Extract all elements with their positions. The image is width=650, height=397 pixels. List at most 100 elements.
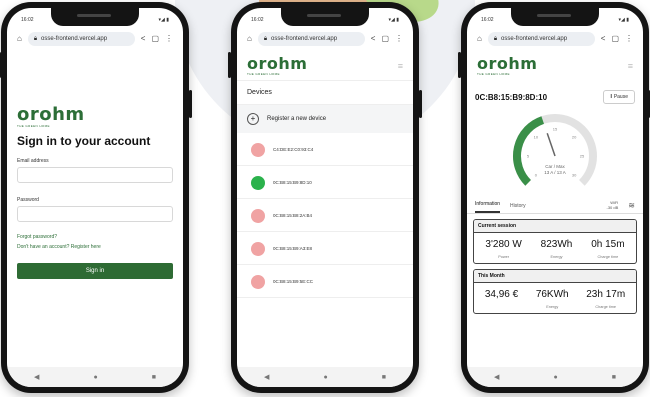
tab-bar: Information History WiFi -30 dB ≋ — [467, 194, 643, 214]
tab-information[interactable]: Information — [475, 201, 501, 213]
android-nav-bar: ◀ ● ■ — [237, 367, 413, 387]
power-button — [419, 90, 422, 118]
share-icon[interactable]: < — [371, 35, 376, 43]
device-row[interactable]: 0C:B8:15:B9:8D:10 — [237, 166, 413, 199]
menu-icon[interactable]: ⋮ — [625, 35, 633, 43]
forgot-password-link[interactable]: Forgot password? — [17, 234, 173, 240]
email-field[interactable] — [17, 167, 173, 183]
charge-time-value: 0h 15m — [591, 239, 625, 250]
home-nav-icon[interactable]: ● — [93, 374, 97, 381]
device-row[interactable]: C4:DE:E2:C0:93:C4 — [237, 133, 413, 166]
password-label: Password — [17, 197, 39, 203]
device-row[interactable]: 0C:B8:15:B8:2A:B4 — [237, 199, 413, 232]
device-list: C4:DE:E2:C0:93:C4 0C:B8:15:B9:8D:10 0C:B8:… — [237, 133, 413, 298]
gauge-value: 13 A / 13 A — [544, 170, 566, 175]
status-dot-icon — [251, 241, 265, 256]
app-header: orohm THE GREEN HOME ≡ — [237, 50, 413, 81]
back-icon[interactable]: ◀ — [34, 373, 39, 381]
url-field[interactable]: 🔒︎ osse-frontend.vercel.app — [257, 32, 365, 46]
home-icon[interactable]: ⌂ — [477, 35, 482, 43]
status-dot-icon — [251, 142, 265, 157]
status-dot-icon — [251, 208, 265, 223]
brand-tagline: THE GREEN HOME — [17, 124, 50, 128]
share-icon[interactable]: < — [601, 35, 606, 43]
device-mac: 0C:B8:15:B9:A3:E8 — [273, 246, 313, 251]
screen: 16:02 ▾◢ ▮ ⌂ 🔒︎ osse-frontend.vercel.app… — [237, 8, 413, 387]
register-device-button[interactable]: + Register a new device — [237, 105, 413, 133]
brand-logo: orohm — [477, 54, 538, 73]
brand-logo: orohm — [247, 54, 308, 73]
register-device-label: Register a new device — [267, 116, 327, 122]
device-mac-title: 0C:B8:15:B9:8D:10 — [475, 92, 548, 102]
back-icon[interactable]: ◀ — [494, 373, 499, 381]
url-text: osse-frontend.vercel.app — [501, 36, 568, 42]
energy-value: 823Wh — [540, 239, 573, 250]
tabs-icon[interactable]: ▢ — [611, 35, 619, 43]
home-icon[interactable]: ⌂ — [17, 35, 22, 43]
recent-apps-icon[interactable]: ■ — [612, 374, 616, 381]
screen: 16:02 ▾◢ ▮ ⌂ 🔒︎ osse-frontend.vercel.app… — [467, 8, 643, 387]
camera-notch — [511, 8, 599, 26]
password-field[interactable] — [17, 206, 173, 222]
hamburger-menu-icon[interactable]: ≡ — [628, 61, 633, 71]
url-text: osse-frontend.vercel.app — [271, 36, 338, 42]
home-nav-icon[interactable]: ● — [323, 374, 327, 381]
month-charge-time-value: 23h 17m — [586, 289, 626, 300]
phone-devices: 16:02 ▾◢ ▮ ⌂ 🔒︎ osse-frontend.vercel.app… — [228, 2, 422, 393]
device-row[interactable]: 0C:B8:15:B9:5E:CC — [237, 265, 413, 298]
recent-apps-icon[interactable]: ■ — [382, 374, 386, 381]
hamburger-menu-icon[interactable]: ≡ — [398, 61, 403, 71]
status-time: 16:02 — [251, 16, 264, 23]
device-row[interactable]: 0C:B8:15:B9:A3:E8 — [237, 232, 413, 265]
camera-notch — [281, 8, 369, 26]
url-field[interactable]: 🔒︎ osse-frontend.vercel.app — [27, 32, 135, 46]
gauge-needle — [546, 133, 556, 157]
pause-button[interactable]: ‖ Pause — [603, 90, 635, 104]
url-field[interactable]: 🔒︎ osse-frontend.vercel.app — [487, 32, 595, 46]
volume-button — [0, 52, 1, 78]
volume-button — [458, 52, 461, 78]
sign-in-button[interactable]: Sign in — [17, 263, 173, 279]
url-text: osse-frontend.vercel.app — [41, 36, 108, 42]
signal-battery-icon: ▾◢ ▮ — [158, 16, 170, 23]
power-label: Power — [498, 255, 509, 259]
home-icon[interactable]: ⌂ — [247, 35, 252, 43]
tabs-icon[interactable]: ▢ — [381, 35, 389, 43]
tabs-icon[interactable]: ▢ — [151, 35, 159, 43]
charge-time-label: Charge time — [597, 255, 619, 259]
android-nav-bar: ◀ ● ■ — [7, 367, 183, 387]
menu-icon[interactable]: ⋮ — [395, 35, 403, 43]
month-charge-time-label: Charge time — [595, 305, 617, 309]
gauge-graphic: 051015202530 — [513, 114, 597, 186]
lock-icon: 🔒︎ — [263, 35, 268, 42]
page-title: Sign in to your account — [17, 134, 151, 148]
month-energy-label: Energy — [546, 305, 559, 309]
register-link[interactable]: Don't have an account? Register here — [17, 244, 173, 250]
brand-logo: orohm — [17, 104, 85, 125]
back-icon[interactable]: ◀ — [264, 373, 269, 381]
browser-bar: ⌂ 🔒︎ osse-frontend.vercel.app < ▢ ⋮ — [7, 28, 183, 50]
card-title: This Month — [474, 270, 636, 283]
wifi-status: WiFi -30 dB — [607, 200, 619, 213]
menu-icon[interactable]: ⋮ — [165, 35, 173, 43]
home-nav-icon[interactable]: ● — [553, 374, 557, 381]
screen: 16:02 ▾◢ ▮ ⌂ 🔒︎ osse-frontend.vercel.app… — [7, 8, 183, 387]
phone-device-detail: 16:02 ▾◢ ▮ ⌂ 🔒︎ osse-frontend.vercel.app… — [458, 2, 650, 393]
gauge-tick-label: 5 — [527, 154, 530, 159]
pause-label: Pause — [613, 94, 628, 100]
cost-value: 34,96 € — [484, 289, 519, 300]
signal-battery-icon: ▾◢ ▮ — [388, 16, 400, 23]
phone-login: 16:02 ▾◢ ▮ ⌂ 🔒︎ osse-frontend.vercel.app… — [0, 2, 192, 393]
tab-history[interactable]: History — [510, 203, 526, 213]
power-button — [189, 90, 192, 118]
energy-label: Energy — [550, 255, 563, 259]
status-time: 16:02 — [21, 16, 34, 23]
status-dot-icon — [251, 274, 265, 289]
signal-battery-icon: ▾◢ ▮ — [618, 16, 630, 23]
share-icon[interactable]: < — [141, 35, 146, 43]
wifi-value: -30 dB — [606, 205, 619, 210]
recent-apps-icon[interactable]: ■ — [152, 374, 156, 381]
email-label: Email address — [17, 158, 49, 164]
gauge-tick-label: 15 — [553, 127, 558, 132]
volume-button — [228, 52, 231, 78]
